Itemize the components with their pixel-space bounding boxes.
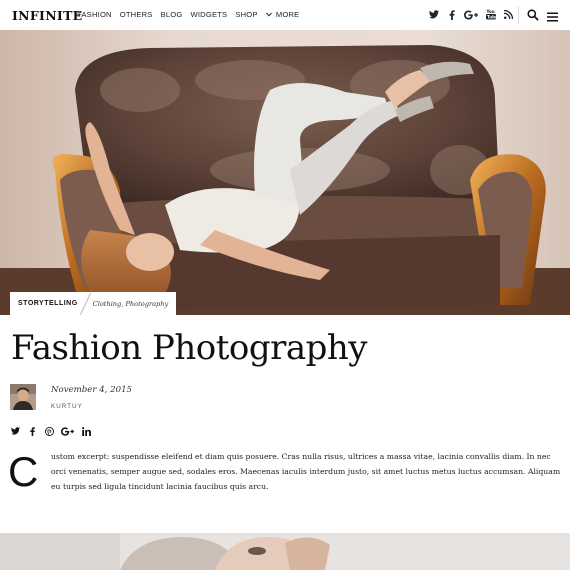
twitter-icon[interactable] (428, 9, 439, 20)
share-bar (10, 426, 98, 436)
rss-icon[interactable] (503, 9, 514, 20)
youtube-icon[interactable]: YouTube (485, 9, 496, 20)
post-author[interactable]: KURTUY (51, 403, 83, 410)
nav-item-shop[interactable]: SHOP (235, 10, 257, 19)
nav-item-widgets[interactable]: WIDGETS (190, 10, 227, 19)
facebook-icon[interactable] (27, 426, 37, 436)
google-plus-icon[interactable] (464, 9, 478, 20)
menu-icon[interactable] (547, 9, 558, 22)
post-tag-list[interactable]: Clothing, Photography (93, 300, 169, 308)
tag-separator (79, 292, 91, 315)
site-logo[interactable]: INFINITE (12, 8, 83, 23)
main-nav: FASHION OTHERS BLOG WIDGETS SHOP MORE (77, 10, 307, 19)
post-tags: STORYTELLING Clothing, Photography (10, 292, 177, 315)
nav-item-more[interactable]: MORE (265, 10, 308, 19)
facebook-icon[interactable] (446, 9, 457, 20)
post-date: November 4, 2015 (51, 385, 133, 395)
post-featured-image[interactable] (0, 30, 570, 315)
nav-item-others[interactable]: OTHERS (120, 10, 153, 19)
google-plus-icon[interactable] (61, 426, 74, 436)
category-tag[interactable]: STORYTELLING (18, 300, 78, 307)
site-header: INFINITE FASHION OTHERS BLOG WIDGETS SHO… (0, 0, 570, 30)
header-social: YouTube (428, 9, 521, 20)
chevron-down-icon (265, 12, 274, 19)
header-divider (518, 6, 519, 24)
avatar[interactable] (10, 384, 36, 410)
excerpt-dropcap: C (8, 448, 39, 495)
nav-item-fashion[interactable]: FASHION (77, 10, 112, 19)
svg-text:Tube: Tube (487, 15, 496, 20)
linkedin-icon[interactable] (81, 426, 91, 436)
nav-more-label: MORE (275, 10, 300, 19)
pinterest-icon[interactable] (44, 426, 54, 436)
nav-item-blog[interactable]: BLOG (161, 10, 183, 19)
svg-text:You: You (486, 9, 495, 14)
search-icon[interactable] (527, 8, 540, 21)
next-post-image[interactable] (0, 533, 570, 570)
post-excerpt: ustom excerpt: suspendisse eleifend et d… (51, 452, 561, 491)
twitter-icon[interactable] (10, 426, 20, 436)
post-title[interactable]: Fashion Photography (11, 328, 367, 368)
